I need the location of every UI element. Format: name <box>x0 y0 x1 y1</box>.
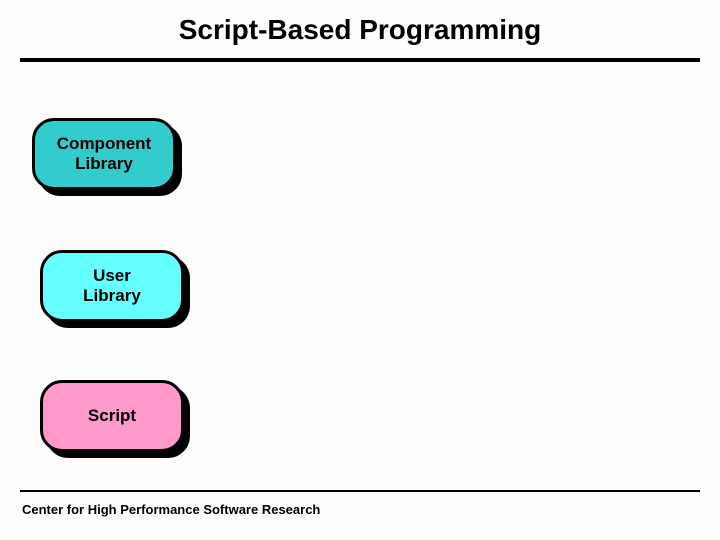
slide-title: Script-Based Programming <box>0 14 720 46</box>
block-label: Component Library <box>57 134 151 173</box>
block-component-library: Component Library <box>32 118 176 190</box>
block-face: User Library <box>40 250 184 322</box>
block-face: Script <box>40 380 184 452</box>
block-script: Script <box>40 380 184 452</box>
block-user-library: User Library <box>40 250 184 322</box>
footer-text: Center for High Performance Software Res… <box>22 502 320 517</box>
block-face: Component Library <box>32 118 176 190</box>
divider-top <box>20 58 700 62</box>
block-label: User Library <box>83 266 141 305</box>
block-label: Script <box>88 406 136 426</box>
divider-bottom <box>20 490 700 492</box>
